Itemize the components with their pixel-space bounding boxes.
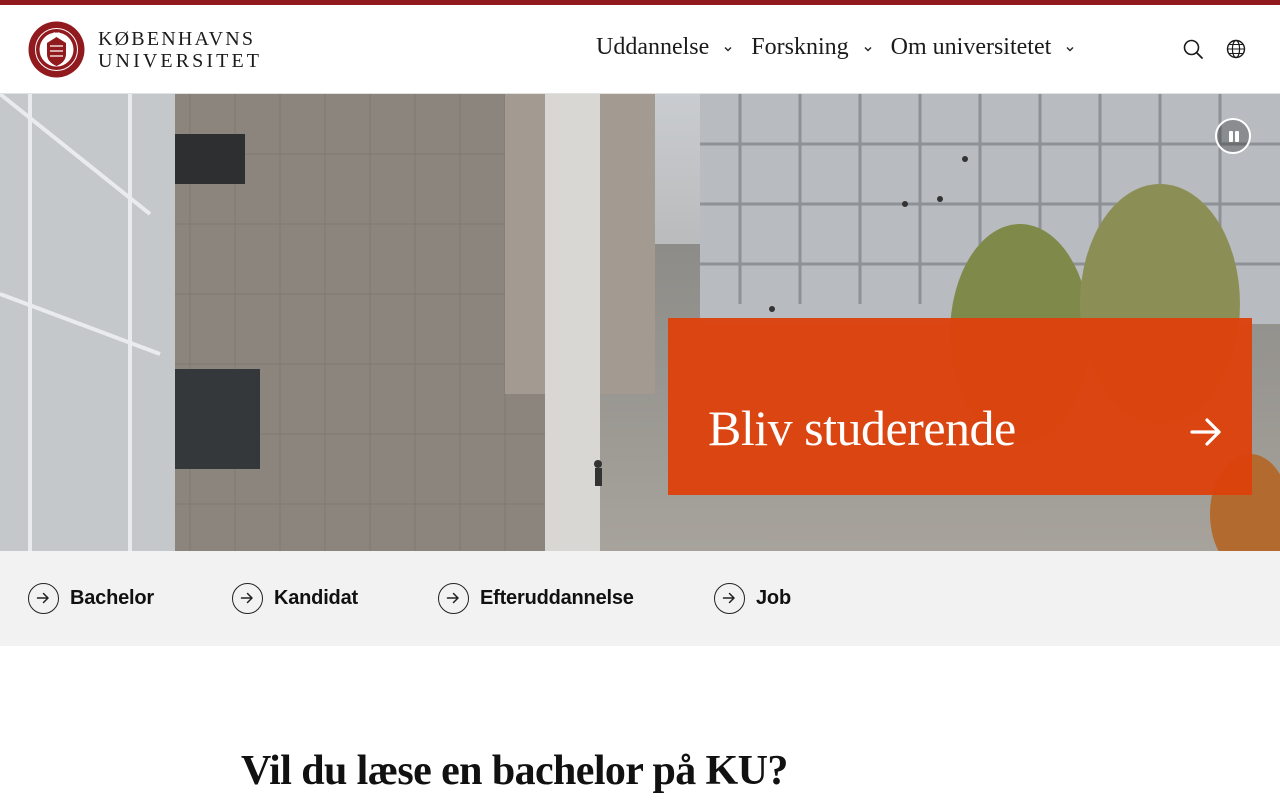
quicklink-kandidat[interactable]: Kandidat <box>232 583 358 614</box>
quicklink-job[interactable]: Job <box>714 583 791 614</box>
quicklink-efteruddannelse[interactable]: Efteruddannelse <box>438 583 634 614</box>
nav-item-forskning[interactable]: Forskning <box>751 34 872 61</box>
globe-icon[interactable] <box>1225 38 1247 60</box>
quicklink-label: Kandidat <box>274 587 358 609</box>
arrow-right-icon <box>1190 418 1221 446</box>
main-navigation: Uddannelse Forskning Om universitetet <box>596 34 1075 61</box>
cta-label: Bliv studerende <box>708 400 1016 456</box>
search-icon[interactable] <box>1182 38 1204 60</box>
arrow-right-circle-icon <box>714 583 745 614</box>
chevron-down-icon <box>864 46 872 51</box>
quicklink-label: Job <box>756 587 791 609</box>
quicklinks-bar: Bachelor Kandidat Efteruddannelse Job <box>0 551 1280 646</box>
quicklink-label: Bachelor <box>70 587 154 609</box>
nav-item-om-universitetet[interactable]: Om universitetet <box>891 34 1076 61</box>
become-student-cta[interactable]: Bliv studerende <box>668 318 1252 495</box>
arrow-right-circle-icon <box>232 583 263 614</box>
header-tools <box>1182 38 1247 60</box>
section-title: Vil du læse en bachelor på KU? <box>241 748 788 794</box>
quicklink-bachelor[interactable]: Bachelor <box>28 583 154 614</box>
university-seal-icon <box>28 21 85 78</box>
chevron-down-icon <box>724 46 732 51</box>
nav-item-label: Forskning <box>751 34 849 60</box>
university-logo[interactable]: KØBENHAVNS UNIVERSITET <box>28 21 262 78</box>
brand-name-line1: KØBENHAVNS <box>98 27 256 50</box>
pause-video-button[interactable] <box>1215 118 1251 154</box>
nav-item-label: Om universitetet <box>890 34 1052 60</box>
arrow-right-circle-icon <box>28 583 59 614</box>
site-header: KØBENHAVNS UNIVERSITET Uddannelse Forskn… <box>0 5 1280 94</box>
arrow-right-circle-icon <box>438 583 469 614</box>
chevron-down-icon <box>1066 46 1074 51</box>
nav-item-uddannelse[interactable]: Uddannelse <box>596 34 733 61</box>
brand-name-line2: UNIVERSITET <box>98 49 263 72</box>
nav-item-label: Uddannelse <box>596 34 710 60</box>
quicklink-label: Efteruddannelse <box>480 587 634 609</box>
